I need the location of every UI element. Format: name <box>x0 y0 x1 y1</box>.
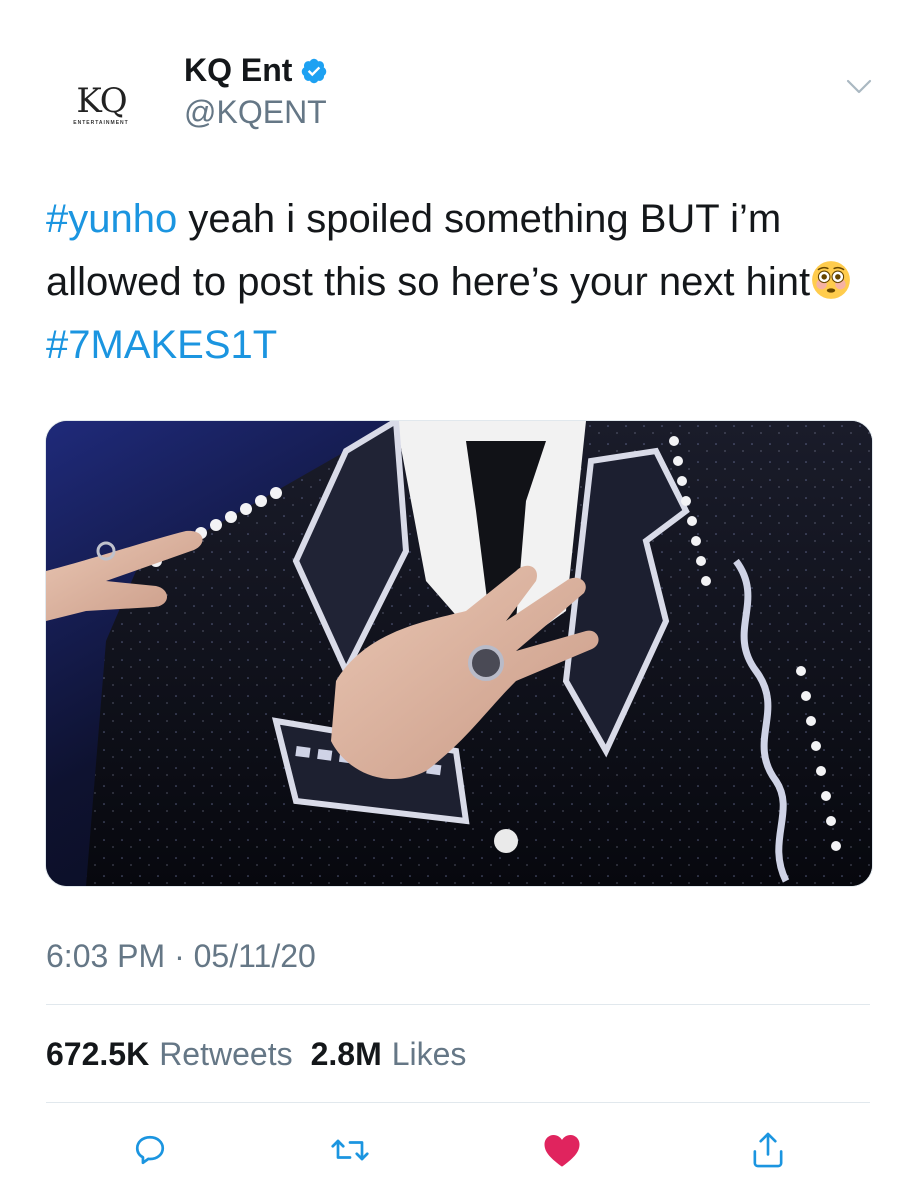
divider <box>46 1102 870 1103</box>
tweet-timestamp[interactable]: 6:03 PM · 05/11/20 <box>46 938 316 975</box>
tweet-actions-bar <box>0 1128 916 1172</box>
chevron-down-icon[interactable] <box>846 78 872 96</box>
author-name-row[interactable]: KQ Ent <box>184 52 328 89</box>
share-button[interactable] <box>746 1128 790 1172</box>
verified-badge-icon <box>302 58 327 83</box>
flushed-face-emoji-icon <box>812 261 851 299</box>
avatar-logo-mark: KQ <box>76 81 127 121</box>
hashtag-link-yunho[interactable]: #yunho <box>46 197 177 241</box>
like-button[interactable] <box>540 1128 584 1172</box>
retweet-button[interactable] <box>328 1128 372 1172</box>
share-icon <box>753 1132 783 1168</box>
tweet-stats: 672.5K Retweets 2.8M Likes <box>46 1036 484 1073</box>
likes-label[interactable]: Likes <box>392 1036 467 1073</box>
tweet-photo[interactable] <box>45 420 873 887</box>
likes-count[interactable]: 2.8M <box>311 1036 382 1073</box>
handle[interactable]: @KQENT <box>184 94 327 131</box>
retweets-label[interactable]: Retweets <box>159 1036 292 1073</box>
tweet-detail: KQ ENTERTAINMENT KQ Ent @KQENT #yunho ye… <box>0 0 916 1200</box>
heart-icon <box>544 1135 580 1167</box>
retweets-count[interactable]: 672.5K <box>46 1036 149 1073</box>
avatar[interactable]: KQ ENTERTAINMENT <box>46 50 156 160</box>
tweet-text: #yunho yeah i spoiled something BUT i’m … <box>46 188 876 377</box>
divider <box>46 1004 870 1005</box>
reply-button[interactable] <box>128 1128 172 1172</box>
retweet-icon <box>331 1139 369 1161</box>
hashtag-link-7makes1t[interactable]: #7MAKES1T <box>46 323 277 367</box>
display-name[interactable]: KQ Ent <box>184 52 292 89</box>
reply-icon <box>135 1135 165 1165</box>
photo-jacket-with-hand <box>46 421 872 886</box>
avatar-logo-subtitle: ENTERTAINMENT <box>73 120 129 126</box>
